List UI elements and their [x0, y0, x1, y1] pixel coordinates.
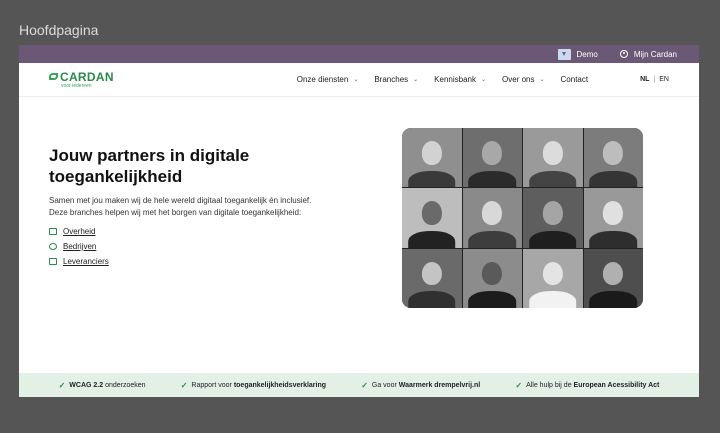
- nav-label: Over ons: [502, 75, 535, 84]
- nav-label: Kennisbank: [434, 75, 476, 84]
- feature-item-wcag[interactable]: ✓ WCAG 2.2 onderzoeken: [59, 381, 146, 390]
- chevron-down-icon: ⌄: [480, 77, 487, 83]
- logo-mark-icon: [49, 73, 58, 80]
- account-link[interactable]: Mijn Cardan: [619, 49, 677, 59]
- chevron-down-icon: ⌄: [413, 77, 419, 83]
- link-label: Bedrijven: [63, 242, 97, 251]
- supplier-icon: [49, 258, 57, 265]
- team-photo: [583, 128, 643, 188]
- feature-text: Alle hulp bij de European Acessibility A…: [526, 382, 659, 389]
- feature-text: Ga voor Waarmerk drempelvrij.nl: [372, 382, 480, 389]
- link-label: Leveranciers: [63, 257, 109, 266]
- feature-bold: WCAG 2.2: [69, 381, 104, 389]
- user-icon: [619, 50, 628, 58]
- team-photo: [402, 128, 462, 188]
- branch-links: Overheid Bedrijven Leveranciers: [49, 227, 349, 266]
- feature-bold: European Acessibility Act: [573, 381, 660, 389]
- feature-item-waarmerk[interactable]: ✓ Ga voor Waarmerk drempelvrij.nl: [361, 381, 480, 390]
- nav-label: Branches: [374, 75, 409, 84]
- lang-nl[interactable]: NL: [640, 76, 649, 83]
- link-leveranciers[interactable]: Leveranciers: [49, 257, 349, 266]
- feature-plain: Alle hulp bij de: [526, 381, 574, 389]
- team-photo: [523, 128, 583, 188]
- logo-name: CARDAN: [60, 69, 114, 84]
- feature-bold: Waarmerk drempelvrij.nl: [398, 381, 481, 389]
- check-icon: ✓: [361, 380, 368, 390]
- chevron-down-icon: ⌄: [353, 77, 359, 83]
- top-utility-bar: Demo Mijn Cardan: [19, 45, 699, 63]
- nav-label: Onze diensten: [296, 75, 349, 84]
- check-icon: ✓: [515, 380, 523, 390]
- main-navbar: CARDAN voor iedereen Onze diensten ⌄ Bra…: [19, 63, 699, 97]
- nav-item-contact[interactable]: Contact: [561, 75, 589, 84]
- team-photo: [462, 188, 522, 248]
- team-photo: [462, 128, 522, 188]
- hero-title: Jouw partners in digitale toegankelijkhe…: [49, 146, 250, 186]
- download-icon: [557, 48, 571, 60]
- feature-bar: ✓ WCAG 2.2 onderzoeken ✓ Rapport voor to…: [19, 373, 699, 397]
- language-switcher: NL | EN: [640, 76, 669, 83]
- nav-label: Contact: [560, 75, 589, 84]
- feature-item-rapport[interactable]: ✓ Rapport voor toegankelijkheidsverklari…: [181, 381, 326, 390]
- nav-item-branches[interactable]: Branches ⌄: [374, 75, 418, 84]
- link-overheid[interactable]: Overheid: [49, 227, 349, 236]
- government-icon: [49, 228, 57, 235]
- lang-en[interactable]: EN: [659, 76, 669, 83]
- nav-item-onze-diensten[interactable]: Onze diensten ⌄: [297, 75, 359, 84]
- check-icon: ✓: [58, 380, 66, 390]
- team-photo: [402, 248, 462, 308]
- feature-plain: Rapport voor: [191, 381, 234, 389]
- team-photo: [402, 188, 462, 248]
- nav-item-kennisbank[interactable]: Kennisbank ⌄: [434, 75, 486, 84]
- feature-plain: Ga voor: [371, 381, 399, 389]
- demo-label: Demo: [576, 49, 598, 59]
- link-label: Overheid: [63, 227, 96, 236]
- team-photo: [583, 248, 643, 308]
- feature-text: Rapport voor toegankelijkheidsverklaring: [191, 382, 326, 389]
- feature-bold: toegankelijkheidsverklaring: [233, 381, 327, 389]
- feature-item-eaa[interactable]: ✓ Alle hulp bij de European Acessibility…: [515, 381, 659, 390]
- team-photo-grid: [402, 128, 643, 308]
- team-photo: [523, 248, 583, 308]
- website-viewport: Demo Mijn Cardan CARDAN voor iedereen On…: [19, 45, 699, 397]
- primary-nav: Onze diensten ⌄ Branches ⌄ Kennisbank ⌄ …: [297, 75, 588, 84]
- chevron-down-icon: ⌄: [539, 77, 545, 83]
- logo-tagline: voor iedereen: [61, 82, 92, 89]
- frame-title: Hoofdpagina: [19, 22, 99, 38]
- feature-text: WCAG 2.2 onderzoeken: [69, 382, 145, 389]
- hero-section: Jouw partners in digitale toegankelijkhe…: [49, 145, 349, 266]
- lang-separator: |: [653, 76, 656, 83]
- business-icon: [49, 243, 57, 250]
- account-label: Mijn Cardan: [633, 49, 677, 59]
- hero-text: Samen met jou maken wij de hele wereld d…: [49, 196, 312, 217]
- team-photo: [462, 248, 522, 308]
- team-photo: [583, 188, 643, 248]
- check-icon: ✓: [180, 380, 188, 390]
- feature-plain: onderzoeken: [103, 381, 146, 389]
- logo[interactable]: CARDAN voor iedereen: [49, 71, 114, 89]
- team-photo: [523, 188, 583, 248]
- link-bedrijven[interactable]: Bedrijven: [49, 242, 349, 251]
- nav-item-over-ons[interactable]: Over ons ⌄: [502, 75, 545, 84]
- demo-link[interactable]: Demo: [557, 48, 598, 60]
